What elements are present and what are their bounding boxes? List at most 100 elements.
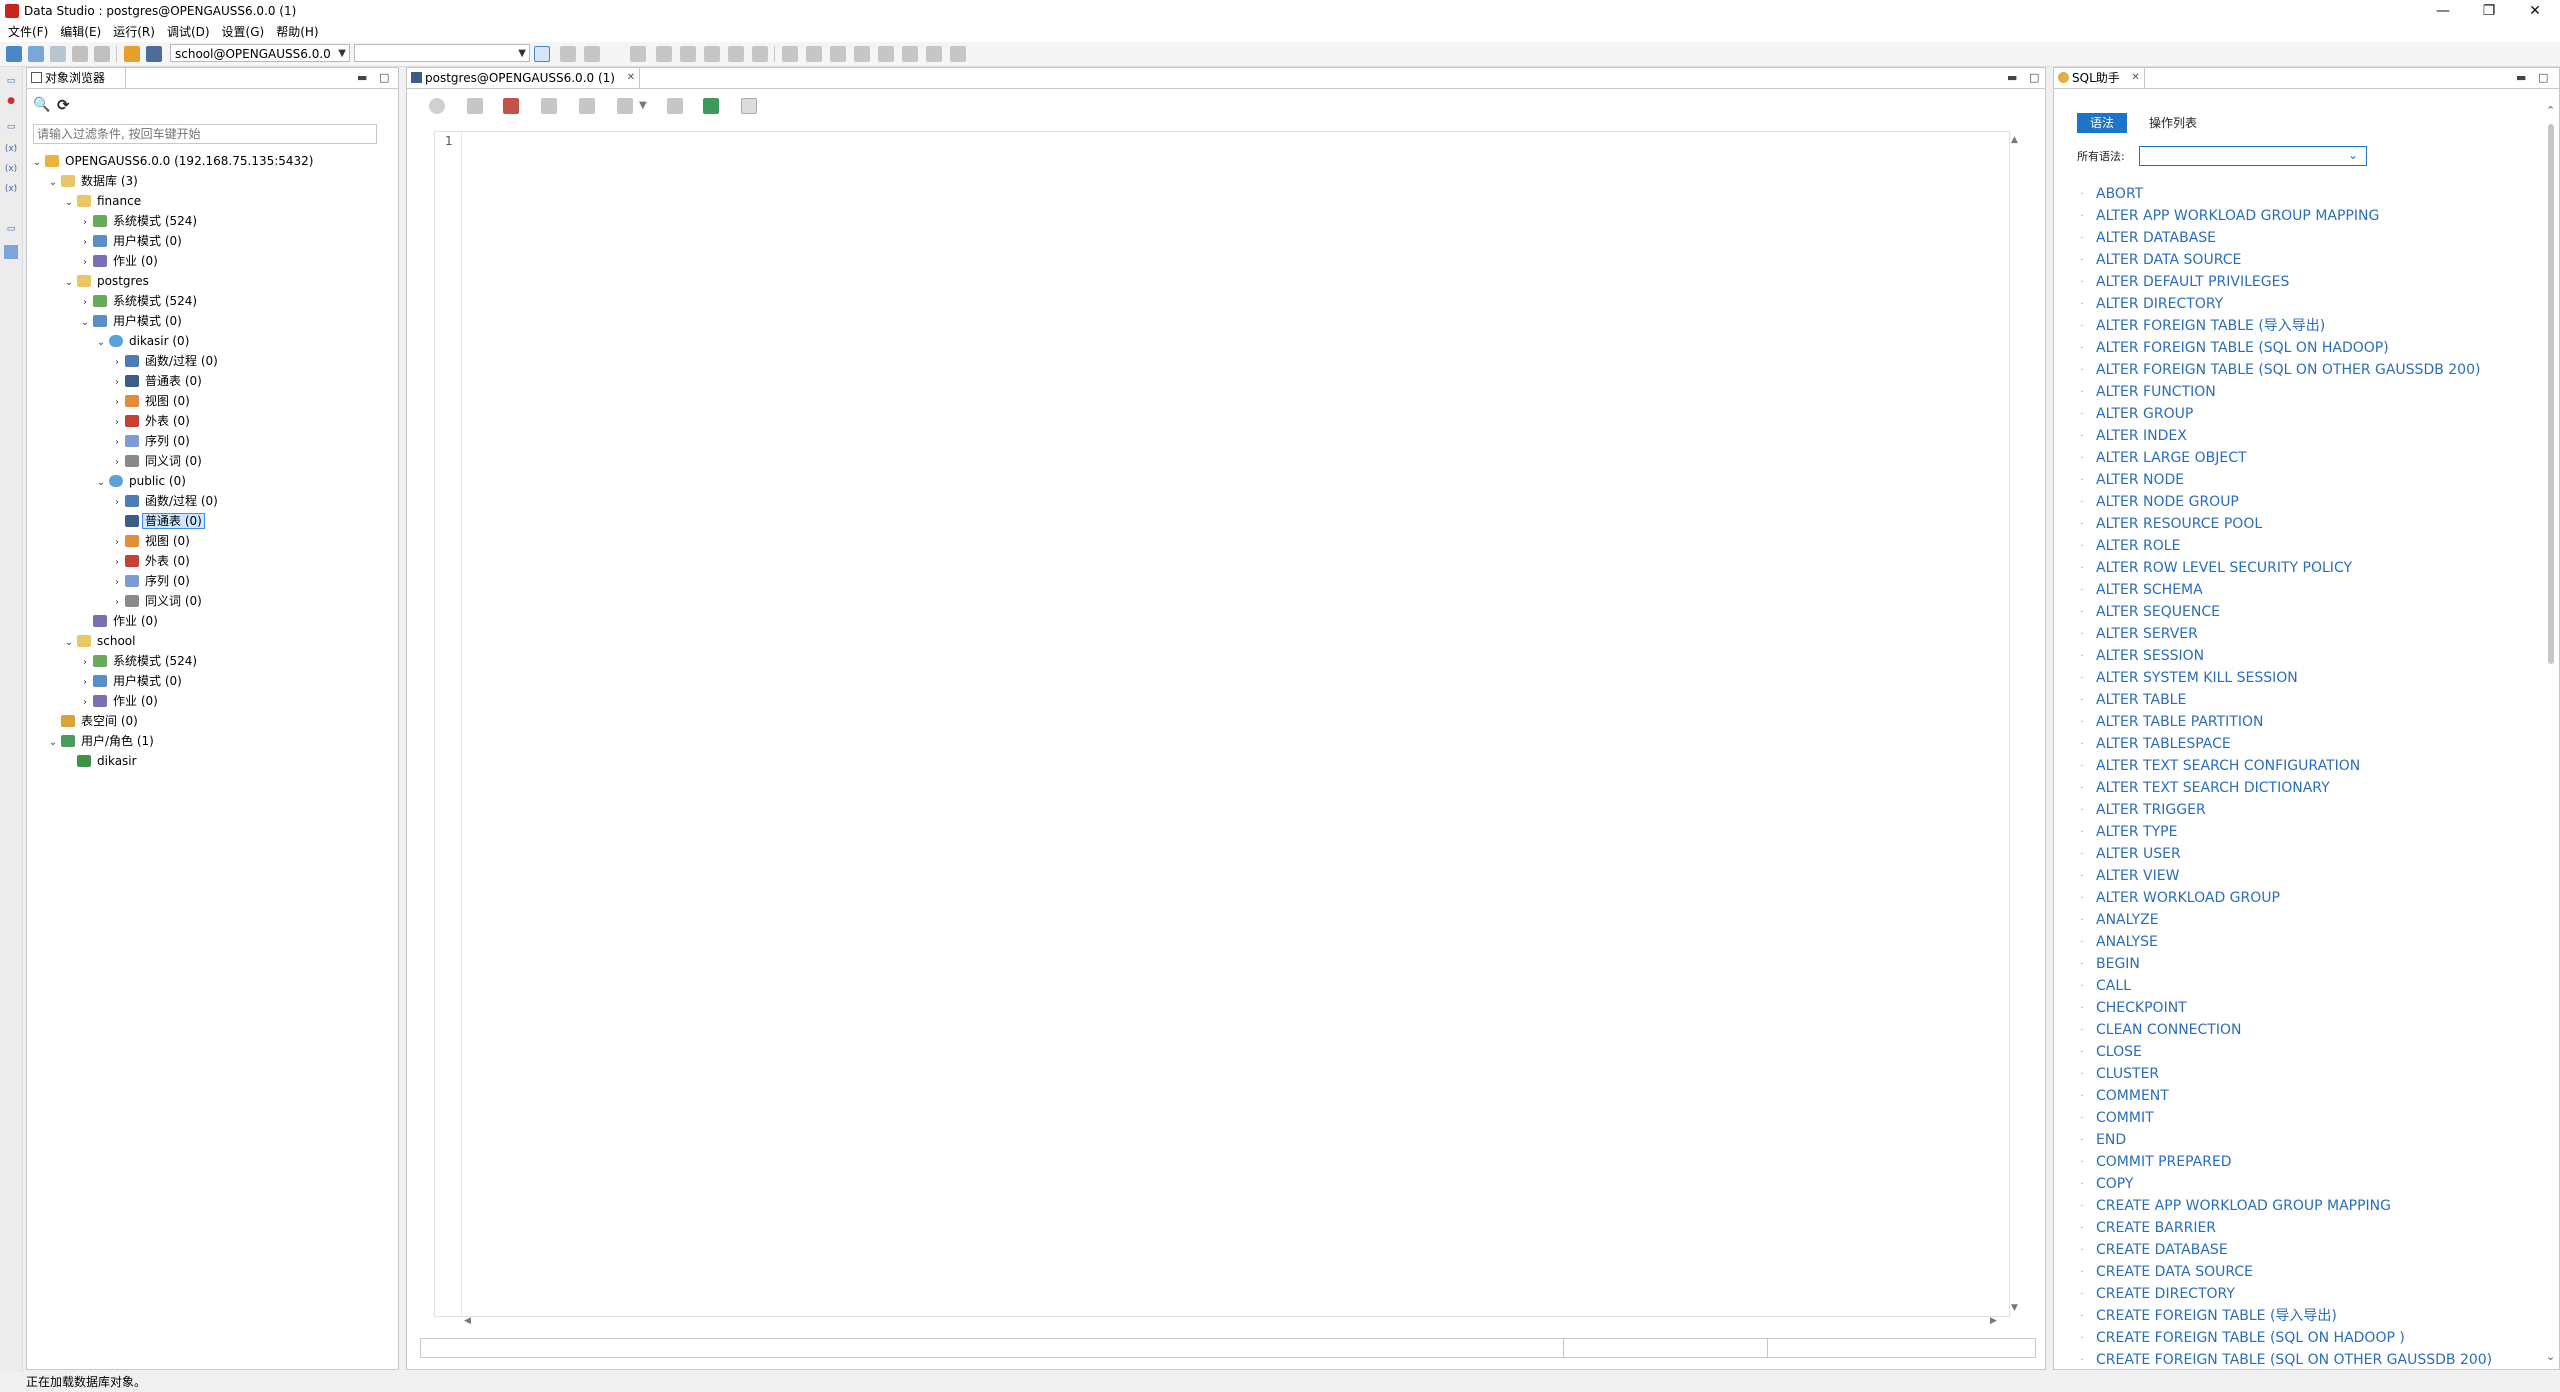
tree-node[interactable]: 作业 (0) [79,611,160,631]
maximize-panel-icon[interactable]: □ [2029,71,2039,84]
stop-execution-icon[interactable] [503,98,519,114]
minimize-button[interactable]: — [2420,0,2466,22]
tree-node[interactable]: › 作业 (0) [79,251,160,271]
variables-icon[interactable]: (x) [4,163,18,175]
sql-syntax-item[interactable]: ALTER NODE GROUP [2096,492,2239,512]
sql-syntax-item[interactable]: ALTER USER [2096,844,2181,864]
sql-syntax-item[interactable]: ALTER SCHEMA [2096,580,2203,600]
tree-node[interactable]: ⌄ public (0) [95,471,188,491]
variables-icon[interactable]: (x) [4,183,18,195]
tree-node[interactable]: › 序列 (0) [111,571,192,591]
lowercase-icon[interactable] [806,46,822,62]
sql-syntax-item[interactable]: ALTER LARGE OBJECT [2096,448,2247,468]
tree-node[interactable]: › 作业 (0) [79,691,160,711]
sql-syntax-item[interactable]: CREATE BARRIER [2096,1218,2216,1238]
tree-node[interactable]: ⌄ OPENGAUSS6.0.0 (192.168.75.135:5432) [31,151,315,171]
sql-syntax-item[interactable]: ALTER GROUP [2096,404,2193,424]
expand-icon[interactable] [926,46,942,62]
syntax-filter-select[interactable]: ⌄ [2139,146,2367,166]
tree-node[interactable]: › 系统模式 (524) [79,291,199,311]
sql-syntax-item[interactable]: ALTER SYSTEM KILL SESSION [2096,668,2298,688]
sql-syntax-item[interactable]: ALTER APP WORKLOAD GROUP MAPPING [2096,206,2379,226]
grid-icon[interactable] [4,251,18,259]
tree-node[interactable]: › 用户模式 (0) [79,671,184,691]
sql-syntax-item[interactable]: ALTER SERVER [2096,624,2198,644]
collapse-arrow-icon[interactable]: › [111,453,123,473]
sql-syntax-item[interactable]: ALTER TEXT SEARCH DICTIONARY [2096,778,2330,798]
sql-syntax-item[interactable]: CREATE DIRECTORY [2096,1284,2235,1304]
restore-icon[interactable]: ▭ [4,121,18,133]
filter-input[interactable] [33,124,377,144]
collapse-arrow-icon[interactable]: › [111,433,123,453]
collapse-arrow-icon[interactable]: › [111,593,123,613]
sql-syntax-item[interactable]: COPY [2096,1174,2133,1194]
sql-syntax-item[interactable]: ALTER TRIGGER [2096,800,2206,820]
scroll-up-icon[interactable]: ⌃ [2546,104,2555,117]
debug-icon[interactable] [584,46,600,62]
collapse-icon[interactable] [950,46,966,62]
sql-syntax-item[interactable]: CREATE APP WORKLOAD GROUP MAPPING [2096,1196,2391,1216]
menu-file[interactable]: 文件(F) [2,22,54,42]
sql-syntax-item[interactable]: ALTER DATA SOURCE [2096,250,2241,270]
sql-syntax-item[interactable]: ALTER ROW LEVEL SECURITY POLICY [2096,558,2352,578]
sql-syntax-item[interactable]: ALTER FOREIGN TABLE (导入导出) [2096,316,2325,336]
scroll-left-icon[interactable]: ◀ [464,1316,471,1326]
collapse-arrow-icon[interactable]: › [111,573,123,593]
sql-syntax-item[interactable]: COMMIT PREPARED [2096,1152,2232,1172]
restore-icon[interactable]: ▭ [4,75,18,87]
commit-icon[interactable] [541,98,557,114]
sql-syntax-item[interactable]: ALTER TEXT SEARCH CONFIGURATION [2096,756,2360,776]
sql-syntax-item[interactable]: ALTER DEFAULT PRIVILEGES [2096,272,2289,292]
uppercase-icon[interactable] [782,46,798,62]
expand-arrow-icon[interactable]: ⌄ [63,273,75,293]
open-sql-icon[interactable] [124,46,140,62]
tree-node[interactable]: › 系统模式 (524) [79,211,199,231]
sql-syntax-item[interactable]: ANALYZE [2096,910,2159,930]
tree-node[interactable]: ⌄ 用户/角色 (1) [47,731,156,751]
expand-arrow-icon[interactable]: ⌄ [63,633,75,653]
sql-syntax-item[interactable]: CREATE DATABASE [2096,1240,2228,1260]
tree-node[interactable]: 普通表 (0) [111,511,205,531]
collapse-arrow-icon[interactable]: › [111,553,123,573]
tree-node[interactable]: › 系统模式 (524) [79,651,199,671]
minimize-panel-icon[interactable]: ▬ [2516,71,2526,84]
outdent-icon[interactable] [854,46,870,62]
sql-syntax-item[interactable]: ALTER TABLESPACE [2096,734,2231,754]
sql-syntax-item[interactable]: ALTER TABLE PARTITION [2096,712,2263,732]
expand-arrow-icon[interactable]: ⌄ [79,313,91,333]
history-icon[interactable] [617,98,633,114]
tree-node[interactable]: ⌄ dikasir (0) [95,331,191,351]
import-icon[interactable] [94,46,110,62]
new-connection-icon[interactable] [6,46,22,62]
collapse-arrow-icon[interactable]: › [111,393,123,413]
scroll-down-icon[interactable]: ▼ [2011,1303,2018,1313]
step-out-icon[interactable] [704,46,720,62]
edit-icon[interactable] [741,98,757,114]
tree-node[interactable]: › 外表 (0) [111,411,192,431]
scroll-up-icon[interactable]: ▲ [2011,135,2018,145]
expand-arrow-icon[interactable]: ⌄ [47,173,59,193]
expand-arrow-icon[interactable]: ⌄ [95,473,107,493]
variables-icon[interactable]: (x) [4,143,18,155]
expand-arrow-icon[interactable]: ⌄ [63,193,75,213]
sql-editor[interactable]: 1 [434,131,2010,1317]
sql-syntax-item[interactable]: CREATE FOREIGN TABLE (SQL ON HADOOP ) [2096,1328,2405,1348]
expand-arrow-icon[interactable]: ⌄ [31,153,43,173]
restore-icon[interactable]: ▭ [4,223,18,235]
tree-node[interactable]: ⌄ school [63,631,137,651]
tree-node[interactable]: › 同义词 (0) [111,591,204,611]
rollback-icon[interactable] [579,98,595,114]
menu-edit[interactable]: 编辑(E) [54,22,107,42]
collapse-arrow-icon[interactable]: › [79,693,91,713]
close-tab-icon[interactable]: ✕ [2131,68,2139,88]
tab-object-browser[interactable]: 对象浏览器 [27,68,127,88]
tree-node[interactable]: ⌄ postgres [63,271,151,291]
close-tab-icon[interactable]: ✕ [627,68,635,88]
sql-syntax-item[interactable]: ALTER NODE [2096,470,2184,490]
export-icon[interactable] [72,46,88,62]
sql-syntax-item[interactable]: CALL [2096,976,2131,996]
sql-syntax-item[interactable]: BEGIN [2096,954,2140,974]
collapse-arrow-icon[interactable]: › [111,353,123,373]
tree-node[interactable]: dikasir [63,751,139,771]
sql-syntax-item[interactable]: ALTER FOREIGN TABLE (SQL ON OTHER GAUSSD… [2096,360,2480,380]
